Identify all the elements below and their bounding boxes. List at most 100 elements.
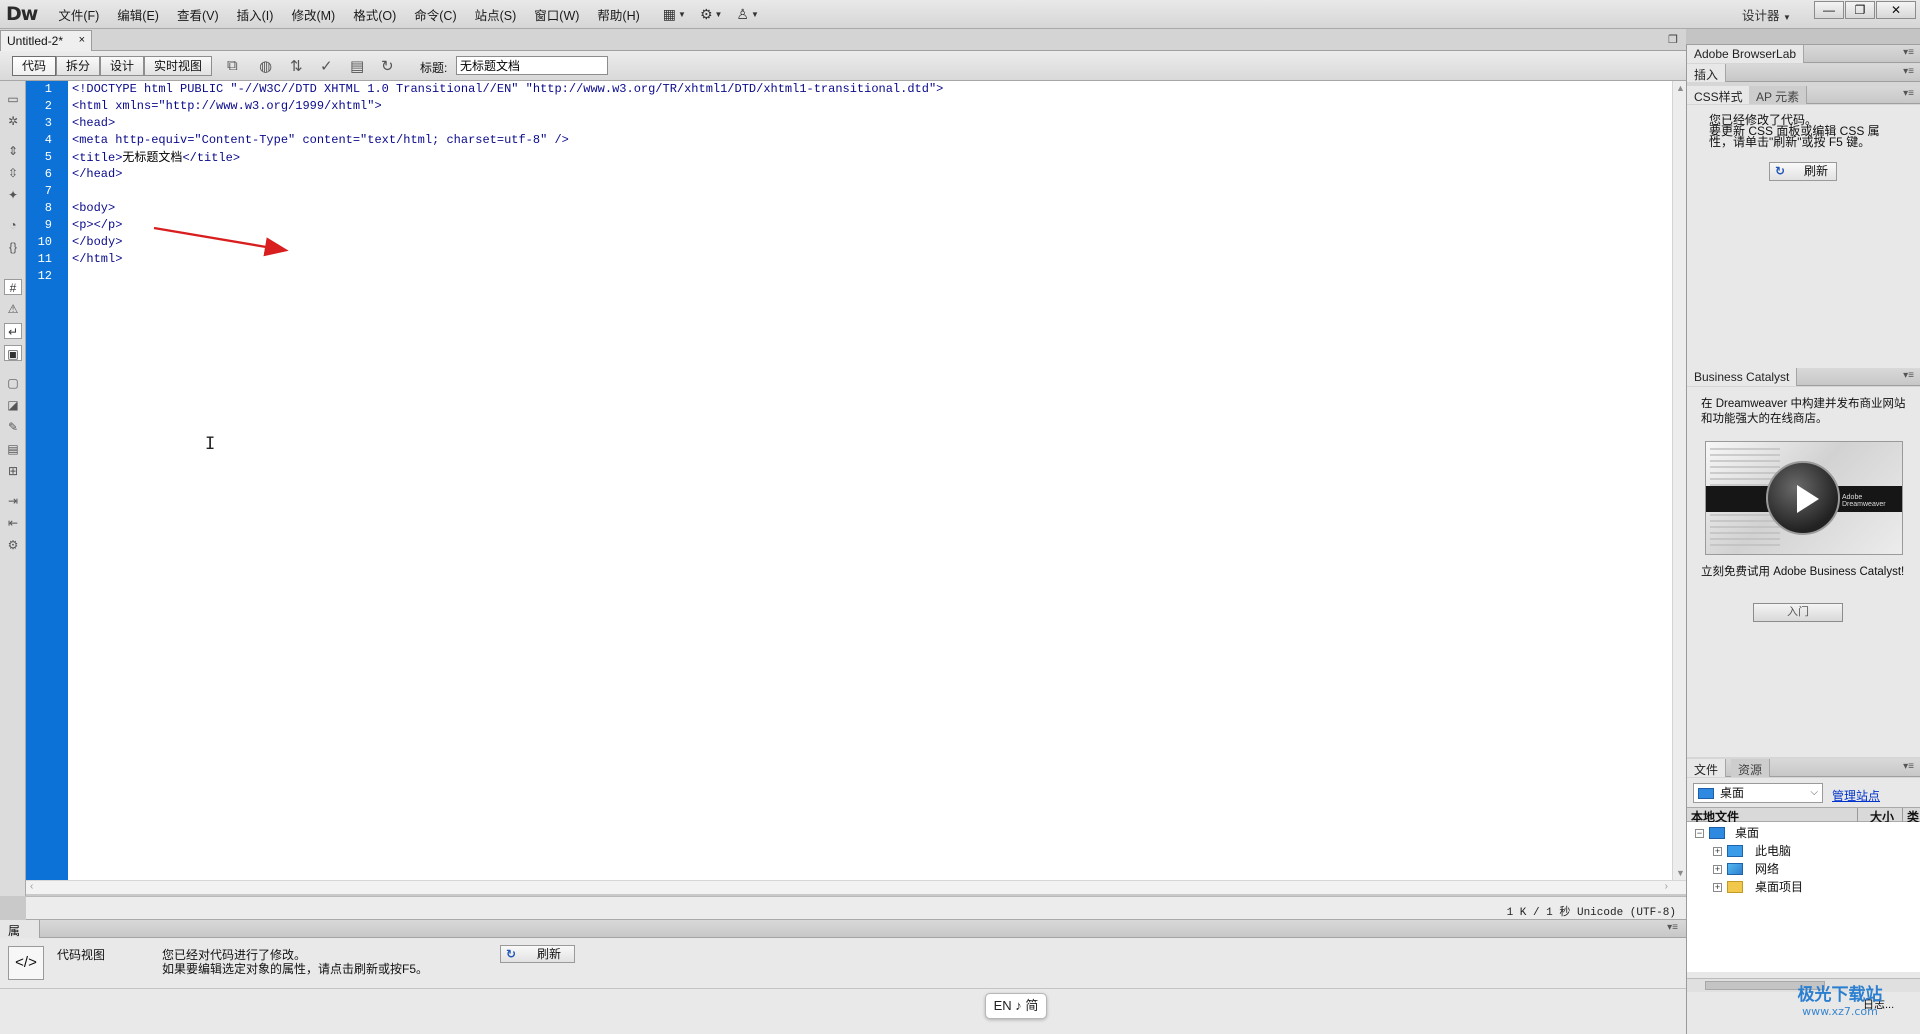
close-button[interactable]: ✕ [1876,1,1916,19]
properties-refresh-button[interactable]: ↻ 刷新 [500,945,575,963]
code-line[interactable]: </html> [72,251,122,268]
split-view-button[interactable]: 拆分 [56,56,100,76]
indent-code-icon[interactable]: ⇥ [4,493,22,509]
collapse-toggle-icon[interactable]: − [1695,829,1704,838]
extend-dropdown[interactable]: ⚙ ▼ [700,6,722,23]
preview-browser-icon[interactable]: ◍ [259,57,272,75]
menu-commands[interactable]: 命令(C) [405,5,465,24]
panel-menu-icon[interactable]: ▾≡ [1667,922,1678,933]
menu-window[interactable]: 窗口(W) [525,5,588,24]
play-icon[interactable] [1766,461,1840,535]
document-title-input[interactable] [456,56,608,75]
code-line[interactable]: <head> [72,115,115,132]
restore-button[interactable]: ❐ [1845,1,1875,19]
expand-toggle-icon[interactable]: + [1713,865,1722,874]
menu-edit[interactable]: 编辑(E) [108,5,168,24]
collapse-full-tag-icon[interactable]: ⇕ [4,143,22,159]
tab-assets[interactable]: 资源 [1731,759,1771,777]
code-view-button[interactable]: 代码 [12,56,56,76]
tree-node[interactable]: − 桌面 [1695,824,1895,842]
panel-menu-icon[interactable]: ▾≡ [1903,47,1914,58]
live-view-button[interactable]: 实时视图 [144,56,212,76]
outdent-code-icon[interactable]: ⇤ [4,515,22,531]
balance-braces-icon[interactable]: {} [4,239,22,255]
visual-aids-icon[interactable]: ▤ [350,57,364,75]
insert-panel-header: 插入 ▾≡ [1687,64,1920,82]
tree-node[interactable]: + 网络 [1713,860,1903,878]
tab-css-styles[interactable]: CSS样式 [1687,86,1751,104]
word-wrap-icon[interactable]: ↵ [4,323,22,339]
manage-sites-link[interactable]: 管理站点 [1832,787,1880,804]
expand-toggle-icon[interactable]: + [1713,847,1722,856]
scroll-up-icon[interactable]: ▲ [1676,83,1685,93]
scroll-down-icon[interactable]: ▼ [1676,868,1685,878]
multiscreen-icon[interactable]: ⧉ [227,57,238,74]
site-select[interactable]: 桌面 ⌵ [1693,783,1823,803]
tab-ap-elements[interactable]: AP 元素 [1749,86,1808,104]
minimize-button[interactable]: — [1814,1,1844,19]
code-line[interactable]: <title>无标题文档</title> [72,149,240,166]
horizontal-scrollbar[interactable]: ‹ › [26,880,1686,894]
tree-node[interactable]: + 此电脑 [1713,842,1903,860]
layout-dropdown[interactable]: ▦ ▼ [663,6,686,23]
expand-toggle-icon[interactable]: + [1713,883,1722,892]
document-tab[interactable]: Untitled-2* × [0,30,92,51]
line-numbers-icon[interactable]: # [4,279,22,295]
expand-all-icon[interactable]: ✦ [4,187,22,203]
menu-site[interactable]: 站点(S) [466,5,526,24]
restore-panel-icon[interactable]: ❐ [1668,33,1678,46]
code-line[interactable]: <p></p> [72,217,122,234]
ime-indicator[interactable]: EN ♪ 简 [985,993,1047,1019]
recent-snippets-icon[interactable]: ▤ [4,441,22,457]
code-line[interactable]: </body> [72,234,122,251]
tab-browserlab[interactable]: Adobe BrowserLab [1687,45,1805,63]
tab-insert[interactable]: 插入 [1687,64,1727,82]
open-documents-icon[interactable]: ▭ [4,91,22,107]
site-dropdown[interactable]: ♙ ▼ [736,6,758,23]
code-line[interactable]: <html xmlns="http://www.w3.org/1999/xhtm… [72,98,382,115]
business-catalyst-trial: 立刻免费试用 Adobe Business Catalyst! [1701,566,1905,578]
properties-tab[interactable]: 属性 [0,920,40,955]
menu-help[interactable]: 帮助(H) [588,5,648,24]
business-catalyst-video[interactable]: Adobe Dreamweaver [1705,441,1903,555]
code-line[interactable]: </head> [72,166,122,183]
panel-menu-icon[interactable]: ▾≡ [1903,761,1914,772]
code-editor[interactable]: <!DOCTYPE html PUBLIC "-//W3C//DTD XHTML… [68,81,1672,880]
scroll-right-icon[interactable]: › [1665,881,1668,892]
highlight-invalid-code-icon[interactable]: ⚠ [4,301,22,317]
move-css-icon[interactable]: ⊞ [4,463,22,479]
scroll-left-icon[interactable]: ‹ [30,881,33,892]
business-catalyst-description: 在 Dreamweaver 中构建并发布商业网站和功能强大的在线商店。 [1701,398,1906,425]
design-view-button[interactable]: 设计 [100,56,144,76]
menu-modify[interactable]: 修改(M) [282,5,344,24]
format-source-icon[interactable]: ⚙ [4,537,22,553]
code-line[interactable]: <meta http-equiv="Content-Type" content=… [72,132,569,149]
remove-comment-icon[interactable]: ◪ [4,397,22,413]
refresh-icon[interactable]: ↻ [381,57,394,75]
panel-menu-icon[interactable]: ▾≡ [1903,66,1914,77]
tab-files[interactable]: 文件 [1687,759,1727,777]
panel-menu-icon[interactable]: ▾≡ [1903,88,1914,99]
code-line[interactable]: <!DOCTYPE html PUBLIC "-//W3C//DTD XHTML… [72,81,943,98]
collapse-selection-icon[interactable]: ⇳ [4,165,22,181]
select-parent-tag-icon[interactable]: ◔ [4,217,22,233]
menu-insert[interactable]: 插入(I) [228,5,283,24]
css-refresh-button[interactable]: ↻ 刷新 [1769,162,1837,181]
syntax-coloring-icon[interactable]: ▣ [4,345,22,361]
panel-menu-icon[interactable]: ▾≡ [1903,370,1914,381]
file-management-icon[interactable]: ⇅ [290,57,303,75]
tree-node[interactable]: + 桌面项目 [1713,878,1903,896]
workspace-switcher[interactable]: 设计器 ▼ [1742,5,1791,24]
menu-view[interactable]: 查看(V) [168,5,228,24]
w3c-validation-icon[interactable]: ✓ [320,57,333,75]
apply-comment-icon[interactable]: ▢ [4,375,22,391]
menu-format[interactable]: 格式(O) [344,5,405,24]
get-started-button[interactable]: 入门 [1753,603,1843,622]
menu-file[interactable]: 文件(F) [49,5,108,24]
tab-business-catalyst[interactable]: Business Catalyst [1687,368,1798,386]
wrap-tag-icon[interactable]: ✎ [4,419,22,435]
code-line[interactable]: <body> [72,200,115,217]
close-icon[interactable]: × [79,34,85,46]
show-code-navigator-icon[interactable]: ✲ [4,113,22,129]
vertical-scrollbar[interactable]: ▲ ▼ [1672,81,1686,880]
